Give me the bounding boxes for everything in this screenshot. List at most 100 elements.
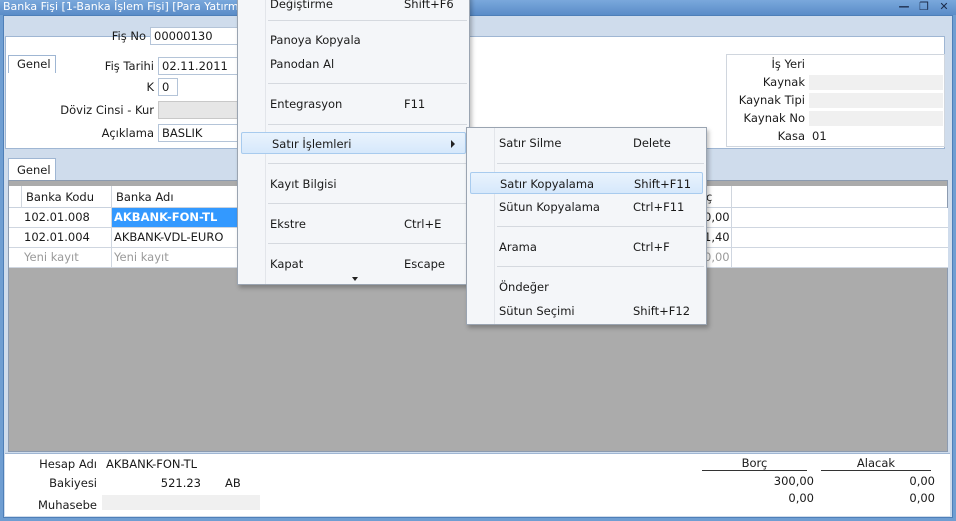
- kaynak-no-label: Kaynak No: [743, 111, 805, 125]
- menu-separator: [497, 266, 704, 267]
- alacak-doviz-total: 0,00: [909, 491, 935, 505]
- menu-item-sutun-kopyalama[interactable]: Sütun Kopyalama Ctrl+F11: [467, 196, 706, 218]
- menu-item-label: Sütun Seçimi: [499, 304, 575, 318]
- menu-separator: [268, 203, 467, 204]
- menu-item-label: Entegrasyon: [270, 97, 343, 111]
- muhasebe-value: [102, 495, 260, 510]
- alacak-total: 0,00: [909, 474, 935, 488]
- menu-item-shortcut: Escape: [404, 257, 446, 271]
- tab-genel-header[interactable]: Genel: [8, 55, 56, 73]
- menu-item-shortcut: Shift+F12: [633, 304, 691, 318]
- muhasebe-label: Muhasebe: [38, 498, 97, 512]
- menu-item-satir-silme[interactable]: Satır Silme Delete: [467, 132, 706, 154]
- menu-separator: [268, 20, 467, 21]
- row-indicator[interactable]: [9, 248, 22, 268]
- fis-no-label: Fiş No: [111, 29, 146, 43]
- k-field[interactable]: 0: [158, 78, 178, 96]
- menu-item-satir-kopyalama[interactable]: Satır Kopyalama Shift+F11: [470, 172, 703, 194]
- hesap-adi-value: AKBANK-FON-TL: [106, 457, 198, 471]
- menu-separator: [497, 226, 704, 227]
- fis-no-field[interactable]: 00000130: [150, 27, 238, 45]
- menu-item-entegrasyon[interactable]: Entegrasyon F11: [238, 93, 469, 115]
- submenu-satir-islemleri: Satır Silme Delete Satır Kopyalama Shift…: [466, 127, 707, 325]
- menu-item-label: Satır Silme: [499, 136, 562, 150]
- k-label: K: [146, 80, 154, 94]
- borc-header: Borç: [702, 456, 807, 471]
- menu-item-label: Satır Kopyalama: [500, 177, 595, 191]
- menu-separator: [268, 83, 467, 84]
- menu-item-label: Panodan Al: [270, 57, 335, 71]
- footer-panel: Hesap Adı AKBANK-FON-TL Bakiyesi 521.23 …: [5, 453, 950, 516]
- kaynak-label: Kaynak: [762, 75, 805, 89]
- menu-separator: [268, 163, 467, 164]
- fis-tarihi-field[interactable]: 02.11.2011: [158, 57, 238, 75]
- row-indicator[interactable]: [9, 208, 22, 228]
- column-header-banka-kodu[interactable]: Banka Kodu: [22, 186, 112, 208]
- menu-item-label: Panoya Kopyala: [270, 33, 361, 47]
- fis-tarihi-label: Fiş Tarihi: [104, 59, 154, 73]
- kaynak-no-value: [809, 111, 943, 126]
- menu-item-shortcut: Shift+F6: [404, 0, 454, 11]
- menu-item-arama[interactable]: Arama Ctrl+F: [467, 236, 706, 258]
- menu-item-shortcut: Ctrl+F11: [633, 200, 685, 214]
- kasa-value: 01: [812, 129, 827, 143]
- aciklama-label: Açıklama: [101, 126, 154, 140]
- menu-item-satir-islemleri[interactable]: Satır İşlemleri: [241, 132, 466, 154]
- menu-item-shortcut: F11: [404, 97, 426, 111]
- window-title: Banka Fişi [1-Banka İşlem Fişi] [Para Ya…: [3, 0, 246, 13]
- grid-corner: [9, 186, 22, 208]
- kaynak-tipi-value: [809, 93, 943, 108]
- menu-item-shortcut: Ctrl+F: [633, 240, 670, 254]
- source-info-panel: İş Yeri Kaynak Kaynak Tipi Kaynak No Kas…: [726, 54, 945, 147]
- menu-item-kayit-bilgisi[interactable]: Kayıt Bilgisi: [238, 173, 469, 195]
- cell-banka-kodu[interactable]: Yeni kayıt: [22, 248, 112, 267]
- menu-item-degistirme[interactable]: Değiştirme Shift+F6: [238, 0, 469, 15]
- cell-banka-kodu[interactable]: 102.01.008: [22, 208, 112, 227]
- menu-item-label: Arama: [499, 240, 537, 254]
- submenu-arrow-icon: [451, 140, 455, 148]
- is-yeri-value: [809, 57, 943, 72]
- maximize-icon[interactable]: ❐: [916, 0, 932, 14]
- borc-doviz-total: 0,00: [788, 491, 814, 505]
- kaynak-tipi-label: Kaynak Tipi: [738, 93, 805, 107]
- menu-item-label: Öndeğer: [499, 280, 549, 294]
- menu-item-label: Kapat: [270, 257, 304, 271]
- menu-item-label: Değiştirme: [270, 0, 333, 11]
- menu-item-panoya-kopyala[interactable]: Panoya Kopyala: [238, 29, 469, 51]
- bakiye-value: 521.23: [160, 476, 201, 490]
- menu-separator: [268, 243, 467, 244]
- menu-item-label: Satır İşlemleri: [272, 137, 352, 151]
- window-titlebar: Banka Fişi [1-Banka İşlem Fişi] [Para Ya…: [0, 0, 956, 15]
- row-indicator[interactable]: [9, 228, 22, 248]
- menu-item-panodan-al[interactable]: Panodan Al: [238, 53, 469, 75]
- bakiyesi-label: Bakiyesi: [49, 476, 97, 490]
- borc-total: 300,00: [773, 474, 814, 488]
- menu-item-shortcut: Ctrl+E: [404, 217, 442, 231]
- aciklama-field[interactable]: BASLIK: [158, 124, 238, 142]
- menu-item-sutun-secimi[interactable]: Sütun Seçimi Shift+F12: [467, 300, 706, 322]
- kasa-label: Kasa: [777, 129, 805, 143]
- bakiye-unit: AB: [225, 476, 241, 490]
- minimize-icon[interactable]: —: [896, 0, 912, 14]
- menu-item-ondeger[interactable]: Öndeğer: [467, 276, 706, 298]
- menu-item-label: Kayıt Bilgisi: [270, 177, 337, 191]
- doviz-field[interactable]: [158, 101, 238, 119]
- menu-item-label: Ekstre: [270, 217, 306, 231]
- kaynak-value: [809, 75, 943, 90]
- menu-item-shortcut: Delete: [633, 136, 671, 150]
- menu-item-kapat[interactable]: Kapat Escape: [238, 253, 469, 275]
- menu-separator: [497, 163, 704, 164]
- menu-separator: [268, 124, 467, 125]
- menu-item-shortcut: Shift+F11: [634, 177, 692, 191]
- cell-banka-kodu[interactable]: 102.01.004: [22, 228, 112, 247]
- context-menu: Değiştirme Shift+F6 Panoya Kopyala Panod…: [237, 0, 470, 285]
- tab-genel-lines[interactable]: Genel: [8, 158, 56, 180]
- is-yeri-label: İş Yeri: [771, 57, 805, 71]
- hesap-adi-label: Hesap Adı: [39, 457, 97, 471]
- alacak-header: Alacak: [821, 456, 931, 471]
- close-icon[interactable]: ✕: [936, 0, 952, 14]
- doviz-label: Döviz Cinsi - Kur: [60, 103, 154, 117]
- menu-item-ekstre[interactable]: Ekstre Ctrl+E: [238, 213, 469, 235]
- scroll-down-icon[interactable]: [352, 277, 358, 281]
- menu-item-label: Sütun Kopyalama: [499, 200, 600, 214]
